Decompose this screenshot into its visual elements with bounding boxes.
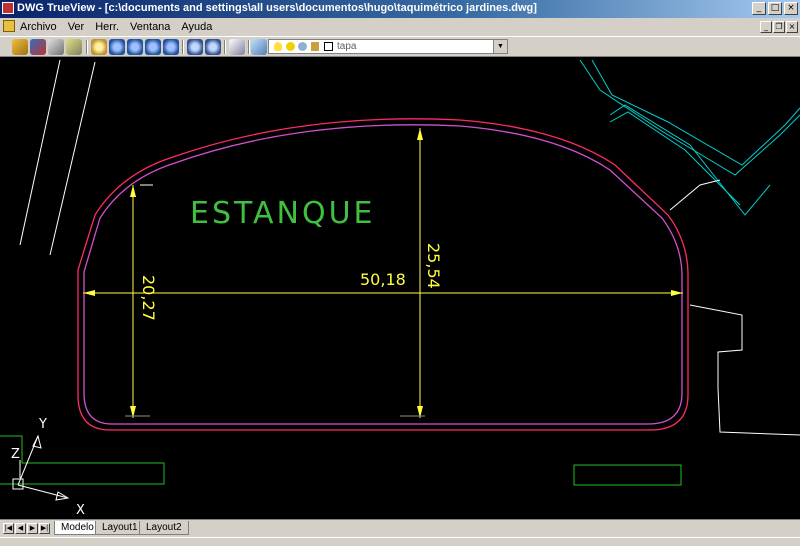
zoom-window-icon[interactable] — [127, 39, 143, 55]
tab-modelo[interactable]: Modelo — [54, 521, 101, 535]
publish-icon[interactable] — [30, 39, 46, 55]
menu-herr[interactable]: Herr. — [95, 21, 119, 33]
batch-plot-icon[interactable] — [66, 39, 82, 55]
zoom-previous-icon[interactable] — [163, 39, 179, 55]
layer-dropdown[interactable]: tapa ▼ — [268, 39, 508, 54]
close-button[interactable]: × — [784, 2, 798, 15]
boundary-line — [689, 304, 800, 436]
tab-layout1[interactable]: Layout1 — [95, 521, 145, 535]
zoom-in-icon[interactable] — [187, 39, 203, 55]
boundary-line — [49, 61, 96, 256]
prev-tab-button[interactable]: ◀ — [15, 523, 26, 534]
green-rectangle — [0, 435, 165, 485]
open-icon[interactable] — [12, 39, 28, 55]
viewport-icon — [298, 42, 307, 51]
window-title: DWG TrueView - [c:\documents and setting… — [17, 2, 537, 14]
boundary-line — [669, 179, 721, 211]
zoom-out-icon[interactable] — [205, 39, 221, 55]
plot-icon[interactable] — [48, 39, 64, 55]
zoom-realtime-icon[interactable] — [109, 39, 125, 55]
dimension-height-center-text: 25,54 — [424, 243, 443, 289]
drawing-svg: 50,18 25,54 20,27 ESTANQUE Y X Z — [0, 59, 800, 518]
dimension-arrow — [671, 290, 683, 296]
toolbar-separator — [248, 40, 250, 54]
lock-icon — [311, 42, 319, 51]
doc-minimize-button[interactable]: _ — [760, 21, 772, 33]
menu-bar: Archivo Ver Herr. Ventana Ayuda _ ❐ × — [0, 18, 800, 37]
lightbulb-icon — [274, 42, 282, 51]
building-outline — [609, 104, 771, 216]
building-outline — [591, 59, 800, 166]
document-icon[interactable] — [3, 20, 15, 32]
color-swatch-icon — [324, 42, 333, 51]
layers-icon[interactable] — [251, 39, 267, 55]
doc-close-button[interactable]: × — [786, 21, 798, 33]
building-outline — [579, 59, 800, 176]
window-controls: _ □ × — [752, 2, 798, 15]
boundary-line — [19, 59, 61, 246]
pond-label: ESTANQUE — [190, 196, 375, 231]
sun-icon — [286, 42, 295, 51]
title-bar: DWG TrueView - [c:\documents and setting… — [0, 0, 800, 18]
last-tab-button[interactable]: ▶| — [39, 523, 50, 534]
menu-archivo[interactable]: Archivo — [20, 21, 57, 33]
doc-restore-button[interactable]: ❐ — [773, 21, 785, 33]
ucs-icon — [12, 434, 70, 501]
zoom-extents-icon[interactable] — [145, 39, 161, 55]
dimension-arrow — [83, 290, 95, 296]
ucs-x-label: X — [76, 503, 85, 518]
next-tab-button[interactable]: ▶ — [27, 523, 38, 534]
menu-ventana[interactable]: Ventana — [130, 21, 170, 33]
layer-name: tapa — [337, 41, 357, 52]
tab-layout2[interactable]: Layout2 — [139, 521, 189, 535]
dimension-height-left-text: 20,27 — [139, 275, 158, 321]
menu-ver[interactable]: Ver — [68, 21, 85, 33]
maximize-button[interactable]: □ — [768, 2, 782, 15]
ucs-y-label: Y — [38, 417, 47, 432]
drawing-canvas[interactable]: 50,18 25,54 20,27 ESTANQUE Y X Z — [0, 57, 800, 519]
dimension-arrow — [417, 128, 423, 140]
layout-tabs-bar: |◀ ◀ ▶ ▶| Modelo Layout1 Layout2 — [0, 519, 800, 538]
minimize-button[interactable]: _ — [752, 2, 766, 15]
ucs-z-label: Z — [11, 447, 20, 462]
toolbar-separator — [182, 40, 184, 54]
dimension-arrow — [130, 185, 136, 197]
markup-icon[interactable] — [229, 39, 245, 55]
toolbar: tapa ▼ — [0, 36, 800, 57]
menu-ayuda[interactable]: Ayuda — [181, 21, 212, 33]
app-icon — [2, 2, 14, 14]
toolbar-separator — [224, 40, 226, 54]
toolbar-separator — [86, 40, 88, 54]
chevron-down-icon[interactable]: ▼ — [493, 40, 507, 53]
first-tab-button[interactable]: |◀ — [3, 523, 14, 534]
pan-icon[interactable] — [91, 39, 107, 55]
green-rectangle — [573, 464, 682, 486]
dimension-width-text: 50,18 — [360, 270, 406, 289]
